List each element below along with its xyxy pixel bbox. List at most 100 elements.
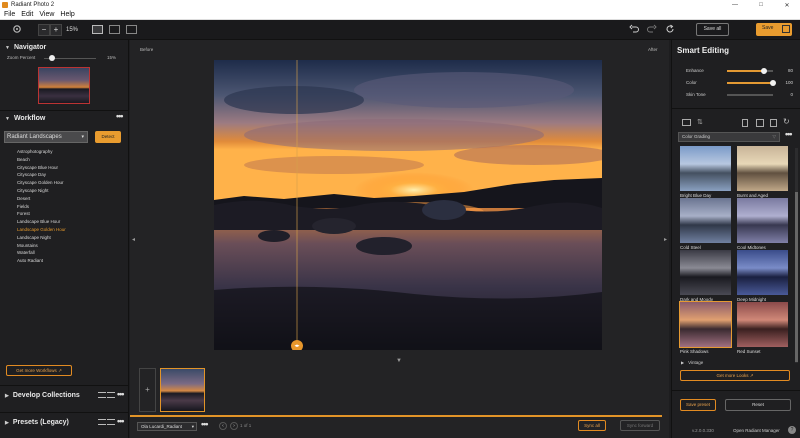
reset-icon[interactable] xyxy=(664,24,676,36)
reset-button[interactable]: Reset xyxy=(725,399,791,411)
looks-category-select[interactable]: Color Grading ▽ xyxy=(678,132,780,142)
workflow-item[interactable]: Beach xyxy=(17,157,30,162)
open-manager-link[interactable]: Open Radiant Manager xyxy=(733,428,780,433)
workflow-item[interactable]: Desert xyxy=(17,196,30,201)
menu-help[interactable]: Help xyxy=(60,11,74,18)
collections-menu-icon[interactable]: ••• xyxy=(117,389,125,399)
export-icon xyxy=(782,25,790,33)
get-more-looks-button[interactable]: Get more Looks ↗ xyxy=(680,370,790,381)
workflow-item[interactable]: Landscape Blue Hour xyxy=(17,219,60,224)
workflow-item[interactable]: Mountains xyxy=(17,243,38,248)
file-menu-icon[interactable]: ••• xyxy=(201,419,209,429)
looks-menu-icon[interactable]: ••• xyxy=(785,129,793,139)
look-preview-image xyxy=(737,250,788,295)
workflow-item[interactable]: Astrophotography xyxy=(17,149,53,154)
zoom-slider-knob[interactable] xyxy=(48,55,55,61)
delete-icon[interactable] xyxy=(742,119,748,127)
workflow-item[interactable]: Forest xyxy=(17,211,30,216)
presets-header[interactable]: ▶ Presets (Legacy) xyxy=(5,419,69,426)
workflow-menu-icon[interactable]: ••• xyxy=(116,111,124,121)
look-thumbnail[interactable]: Dark and Moody xyxy=(680,250,731,302)
single-view-icon[interactable] xyxy=(92,25,103,34)
close-button[interactable]: ✕ xyxy=(774,2,800,9)
slider-knob[interactable] xyxy=(770,80,776,86)
navigator-header[interactable]: ▼ Navigator xyxy=(5,44,46,51)
grid-view-icon[interactable] xyxy=(107,419,115,425)
workflow-item[interactable]: Fields xyxy=(17,204,29,209)
zoom-out-button[interactable]: − xyxy=(38,24,50,36)
workflow-select[interactable]: Radiant Landscapes ▾ xyxy=(4,131,88,143)
workflow-header[interactable]: ▼ Workflow xyxy=(5,115,45,122)
undo-icon[interactable] xyxy=(628,24,640,36)
slider-track[interactable] xyxy=(727,94,773,96)
look-thumbnail[interactable]: Red Sunset xyxy=(737,302,788,354)
workflow-item[interactable]: Cityscape Golden Hour xyxy=(17,180,64,185)
looks-scrollbar[interactable] xyxy=(795,148,798,363)
refresh-icon[interactable]: ↻ xyxy=(783,117,790,126)
next-image-icon[interactable]: › xyxy=(230,422,238,430)
add-image-button[interactable]: + xyxy=(139,368,156,412)
save-button[interactable]: Save xyxy=(756,23,792,36)
sync-forward-button[interactable]: Sync forward xyxy=(620,420,660,431)
workflow-item[interactable]: Cityscape Night xyxy=(17,188,49,193)
scrollbar-thumb[interactable] xyxy=(795,192,798,362)
get-more-workflows-button[interactable]: Get more Workflows ↗ xyxy=(6,365,72,376)
maximize-button[interactable]: □ xyxy=(748,2,774,9)
prev-image-icon[interactable]: ‹ xyxy=(219,422,227,430)
chevron-down-icon: ▾ xyxy=(81,134,84,140)
menu-edit[interactable]: Edit xyxy=(21,11,33,18)
workflow-item[interactable]: Waterfall xyxy=(17,250,35,255)
compare-view-icon[interactable] xyxy=(109,25,120,34)
slider-knob[interactable] xyxy=(760,68,767,74)
sync-all-button[interactable]: Sync all xyxy=(578,420,606,431)
look-thumbnail[interactable]: Cold Steel xyxy=(680,198,731,250)
list-view-icon[interactable] xyxy=(98,392,106,398)
help-icon[interactable]: ? xyxy=(788,426,796,434)
grid-view-icon[interactable] xyxy=(107,392,115,398)
look-preview-image xyxy=(737,302,788,347)
presets-menu-icon[interactable]: ••• xyxy=(117,416,125,426)
version-label: v.2.0.0.330 xyxy=(692,428,714,433)
split-view-icon[interactable] xyxy=(126,25,137,34)
detect-button[interactable]: Detect xyxy=(95,131,121,143)
image-looks-icon[interactable] xyxy=(682,119,691,126)
navigator-thumbnail[interactable] xyxy=(38,67,90,104)
split-handle[interactable]: ◂▸ xyxy=(291,340,303,350)
look-thumbnail[interactable]: Bright Blue Day xyxy=(680,146,731,198)
workflow-item[interactable]: Auto Radiant xyxy=(17,258,43,263)
filename-select[interactable]: Ola Lucardi_Radiant ▾ xyxy=(137,422,197,431)
save-preset-button[interactable]: Save preset xyxy=(680,399,716,411)
collapse-right-icon[interactable]: ▸ xyxy=(664,236,667,243)
workflow-item[interactable]: Landscape Night xyxy=(17,235,51,240)
save-look-icon[interactable] xyxy=(756,119,764,127)
photo-preview[interactable]: ◂▸ xyxy=(214,60,602,350)
filmstrip-thumbnail[interactable] xyxy=(160,368,205,412)
before-label: Before xyxy=(140,47,154,52)
look-thumbnail[interactable]: Cool Midtones xyxy=(737,198,788,250)
filmstrip-toggle-icon[interactable]: ▼ xyxy=(396,358,402,364)
slider-track[interactable] xyxy=(727,68,773,74)
workflow-item[interactable]: Cityscape Day xyxy=(17,172,46,177)
look-thumbnail[interactable]: Pink Shadows xyxy=(679,301,732,354)
compare-icon[interactable] xyxy=(770,119,777,127)
settings-icon[interactable] xyxy=(11,24,23,36)
menu-view[interactable]: View xyxy=(39,11,54,18)
workflow-item[interactable]: Cityscape Blue Hour xyxy=(17,165,58,170)
menu-file[interactable]: File xyxy=(4,11,15,18)
slider-track[interactable] xyxy=(727,80,776,86)
zoom-in-button[interactable]: + xyxy=(50,24,62,36)
list-view-icon[interactable] xyxy=(98,419,106,425)
look-thumbnail[interactable]: Burnt and Aged xyxy=(737,146,788,198)
vintage-group[interactable]: ▶ Vintage xyxy=(681,360,703,365)
redo-icon[interactable] xyxy=(646,24,658,36)
zoom-slider[interactable] xyxy=(44,55,96,61)
save-all-label: Save all xyxy=(703,26,722,32)
zoom-percent-value: 15% xyxy=(107,55,117,60)
adjust-icon[interactable]: ⇅ xyxy=(697,118,703,126)
collapse-left-icon[interactable]: ◂ xyxy=(132,236,135,243)
workflow-item[interactable]: Landscape Golden Hour xyxy=(17,227,66,232)
save-all-button[interactable]: Save all xyxy=(696,23,729,36)
minimize-button[interactable]: — xyxy=(722,2,748,9)
develop-collections-header[interactable]: ▶ Develop Collections xyxy=(5,392,80,399)
look-thumbnail[interactable]: Deep Midnight xyxy=(737,250,788,302)
